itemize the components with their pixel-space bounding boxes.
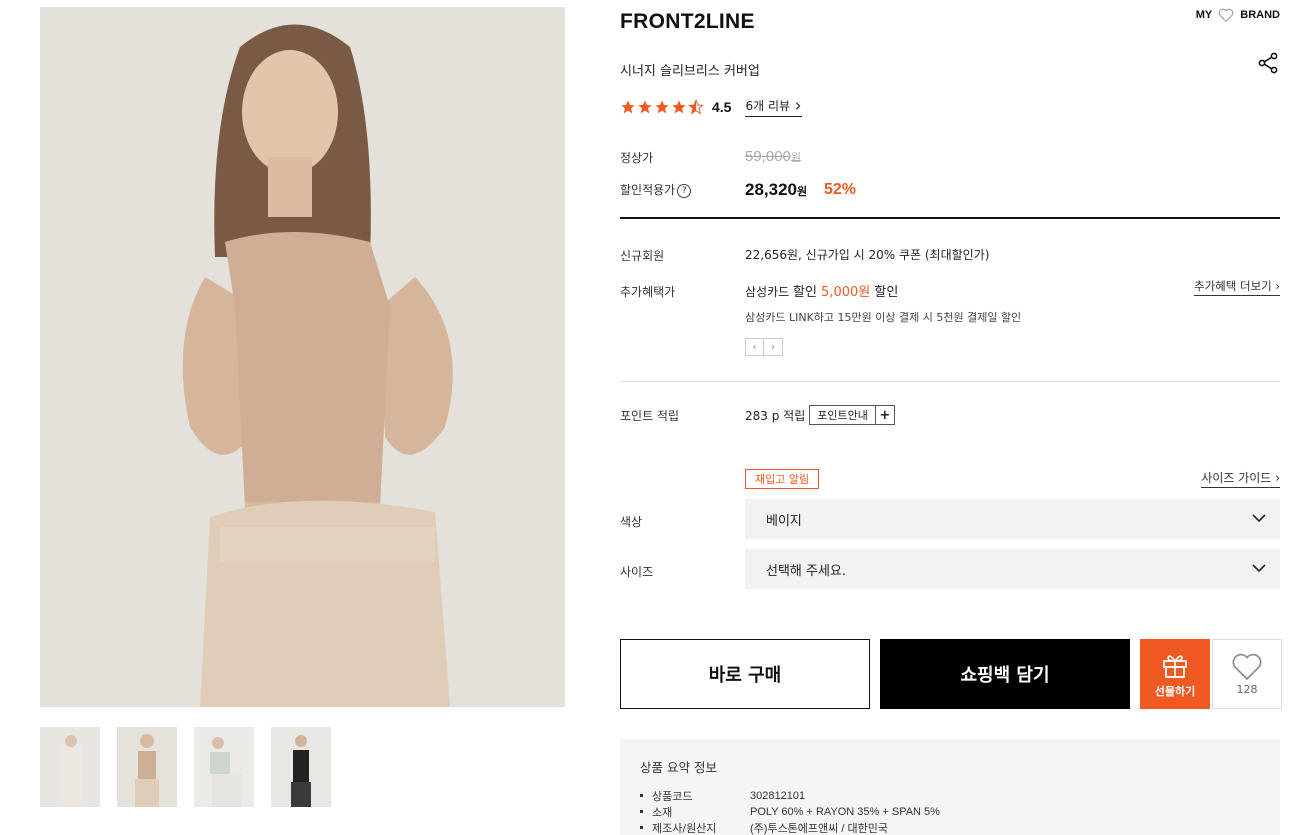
star-rating [620, 99, 704, 115]
size-select-value: 선택해 주세요. [766, 563, 847, 579]
color-select-value: 베이지 [766, 513, 802, 529]
summary-key: 제조사/원산지 [640, 820, 750, 835]
chevron-right-icon: › [1275, 471, 1280, 485]
chevron-down-icon [1252, 514, 1266, 523]
card-benefit-amount: 5,000원 [821, 285, 871, 300]
points-label: 포인트 적립 [620, 409, 680, 423]
thumbnail-list [40, 727, 331, 807]
thumbnail-2[interactable] [117, 727, 177, 807]
size-guide-label: 사이즈 가이드 [1201, 471, 1272, 485]
card-benefit-detail: 삼성카드 LINK하고 15만원 이상 결제 시 5천원 결제일 할인 [745, 311, 1022, 324]
divider [620, 217, 1280, 219]
points-value: 283 p 적립 [745, 408, 806, 423]
summary-row: 소재 POLY 60% + RAYON 35% + SPAN 5% [640, 804, 1260, 820]
sale-price-value: 28,320 [745, 180, 797, 199]
new-member-label: 신규회원 [620, 249, 665, 263]
points-row: 283 p 적립 포인트안내 + [745, 405, 895, 425]
sale-price: 28,320원 [745, 180, 807, 200]
main-product-image [40, 7, 565, 707]
chevron-down-icon [1252, 564, 1266, 573]
my-link[interactable]: MY [1196, 9, 1213, 21]
sale-price-unit: 원 [797, 186, 808, 198]
summary-title: 상품 요약 정보 [640, 760, 717, 775]
star-icon [655, 100, 669, 114]
restock-alert-button[interactable]: 재입고 알림 [745, 469, 820, 489]
card-benefit: 삼성카드 할인 5,000원 할인 [745, 281, 898, 300]
heart-icon [1232, 653, 1262, 680]
card-benefit-emphasis: 할인 [792, 285, 822, 300]
more-benefits-link[interactable]: 추가혜택 더보기 › [1194, 278, 1280, 296]
half-star-icon [688, 99, 704, 115]
size-select[interactable]: 선택해 주세요. [745, 549, 1280, 589]
share-icon[interactable] [1256, 51, 1280, 75]
regular-price: 59,000원 [745, 148, 801, 165]
regular-price-unit: 원 [790, 152, 802, 164]
color-select[interactable]: 베이지 [745, 499, 1280, 539]
summary-row: 제조사/원산지 (주)투스톤에프앤씨 / 대한민국 [640, 820, 1260, 835]
card-benefit-suffix: 할인 [870, 285, 899, 300]
rating-score: 4.5 [712, 99, 732, 115]
thumbnail-1[interactable] [40, 727, 100, 807]
benefit-pager: ‹ › [745, 338, 783, 356]
buy-now-button[interactable]: 바로 구매 [620, 639, 870, 709]
like-button[interactable]: 128 [1212, 639, 1282, 709]
chevron-right-icon: › [1275, 279, 1280, 293]
star-icon [621, 100, 635, 114]
summary-key: 상품코드 [640, 788, 750, 804]
gift-icon [1163, 654, 1187, 678]
thumbnail-4[interactable] [271, 727, 331, 807]
add-to-bag-button[interactable]: 쇼핑백 담기 [880, 639, 1130, 709]
rating: 4.5 6개 리뷰 [620, 97, 803, 117]
like-count: 128 [1236, 682, 1258, 696]
gift-label: 선물하기 [1154, 684, 1196, 698]
top-links: MY BRAND [1196, 8, 1280, 23]
heart-icon[interactable] [1218, 8, 1234, 23]
gift-button[interactable]: 선물하기 [1140, 639, 1210, 709]
extra-benefit-label: 추가혜택가 [620, 285, 676, 299]
plus-icon: + [879, 407, 891, 423]
divider [620, 381, 1280, 382]
product-summary: 상품 요약 정보 상품코드 302812101 소재 POLY 60% + RA… [620, 739, 1280, 835]
color-label: 색상 [620, 515, 643, 529]
review-link[interactable]: 6개 리뷰 [745, 97, 803, 117]
card-benefit-prefix: 삼성카드 [745, 285, 793, 299]
brand-name[interactable]: FRONT2LINE [620, 10, 755, 34]
brand-link[interactable]: BRAND [1240, 9, 1280, 21]
sale-price-label: 할인적용가? [620, 181, 692, 198]
size-label: 사이즈 [620, 565, 654, 579]
points-guide-button[interactable]: 포인트안내 + [809, 405, 895, 425]
discount-rate: 52% [824, 181, 857, 198]
summary-value: 302812101 [750, 790, 806, 802]
product-name: 시너지 슬리브리스 커버업 [620, 64, 760, 79]
summary-row: 상품코드 302812101 [640, 788, 1260, 804]
new-member-benefit: 22,656원, 신규가입 시 20% 쿠폰 (최대할인가) [745, 248, 990, 262]
sale-price-label-text: 할인적용가 [620, 183, 676, 197]
size-guide-link[interactable]: 사이즈 가이드 › [1201, 469, 1280, 488]
thumbnail-3[interactable] [194, 727, 254, 807]
prev-button[interactable]: ‹ [745, 338, 764, 356]
question-icon[interactable]: ? [677, 184, 692, 198]
regular-price-value: 59,000 [745, 148, 791, 165]
star-icon [638, 100, 652, 114]
summary-key: 소재 [640, 804, 750, 820]
chevron-right-icon [796, 101, 801, 110]
regular-price-label: 정상가 [620, 151, 654, 165]
more-benefits-label: 추가혜택 더보기 [1194, 279, 1272, 293]
review-link-label: 6개 리뷰 [745, 99, 791, 113]
points-guide-label: 포인트안내 [810, 406, 876, 424]
next-button[interactable]: › [764, 338, 783, 356]
summary-value: (주)투스톤에프앤씨 / 대한민국 [750, 823, 888, 835]
summary-value: POLY 60% + RAYON 35% + SPAN 5% [750, 806, 940, 818]
star-icon [672, 100, 686, 114]
